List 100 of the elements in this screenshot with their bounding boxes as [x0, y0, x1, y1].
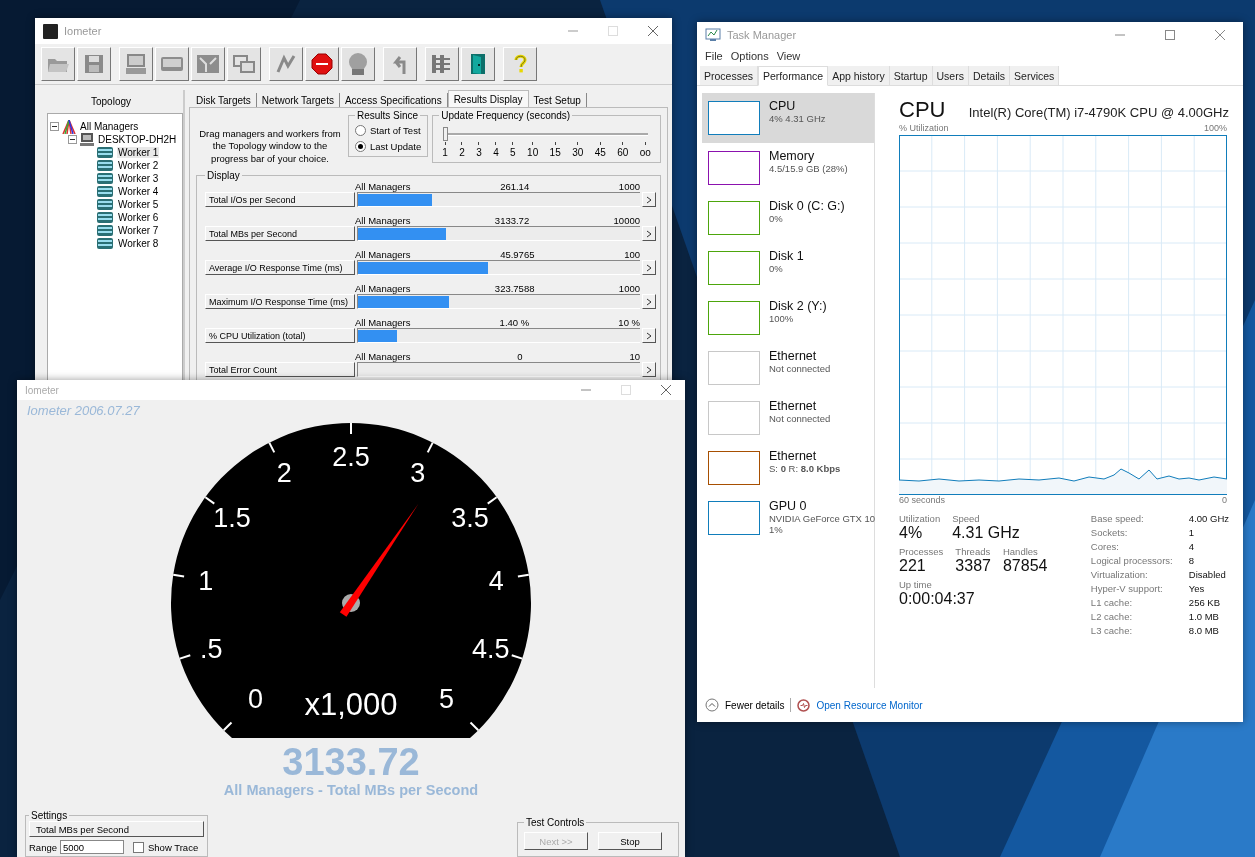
version-label: Iometer 2006.07.27 [27, 403, 140, 418]
chevron-right-icon [646, 297, 652, 306]
lightning-icon[interactable] [269, 47, 303, 81]
resource-item[interactable]: Memory 4.5/15.9 GB (28%) [702, 143, 874, 193]
tick-label: 5 [510, 147, 516, 158]
close-icon[interactable] [661, 385, 671, 395]
resource-detail: Not connected [769, 413, 831, 424]
metric-button[interactable]: % CPU Utilization (total) [205, 328, 355, 343]
tick-mark [469, 721, 480, 732]
show-trace-checkbox[interactable]: Show Trace [133, 841, 199, 853]
tab[interactable]: Processes [700, 66, 759, 85]
maximize-icon[interactable] [1165, 30, 1175, 40]
metric-button[interactable]: Total I/Os per Second [205, 192, 355, 207]
tab[interactable]: Performance [758, 66, 829, 86]
resource-item[interactable]: Ethernet Not connected [702, 343, 874, 393]
tree-item[interactable]: Worker 8 [117, 238, 160, 249]
tab[interactable]: Users [932, 66, 969, 85]
stat-value: 221 [899, 557, 927, 575]
worker-icon [96, 160, 114, 171]
source-label: All Managers [355, 249, 411, 260]
expand-arrow-button[interactable] [642, 260, 656, 275]
resource-monitor-link[interactable]: Open Resource Monitor [816, 699, 923, 711]
menu-item[interactable]: Options [730, 50, 769, 62]
tree-item[interactable]: Worker 4 [117, 186, 160, 197]
metric-button[interactable]: Total Error Count [205, 362, 355, 377]
resource-item[interactable]: Disk 0 (C: G:) 0% [702, 193, 874, 243]
resource-item[interactable]: Disk 1 0% [702, 243, 874, 293]
resource-name: Disk 1 [769, 249, 804, 263]
close-icon[interactable] [648, 26, 658, 36]
tree-item[interactable]: Worker 6 [117, 212, 160, 223]
folder-icon[interactable] [41, 47, 75, 81]
tab[interactable]: Services [1010, 66, 1060, 85]
expand-arrow-button[interactable] [642, 192, 656, 207]
stop-button[interactable]: Stop [598, 832, 662, 850]
resource-item[interactable]: CPU 4% 4.31 GHz [702, 93, 874, 143]
worker-icon [96, 173, 114, 184]
close-icon[interactable] [1215, 30, 1225, 40]
radio-option[interactable]: Start of Test [355, 125, 422, 136]
tree-item[interactable]: Worker 2 [117, 160, 160, 171]
workers-icon[interactable] [425, 47, 459, 81]
tick-label: oo [639, 147, 651, 158]
windows-icon[interactable] [227, 47, 261, 81]
stop-sign-icon[interactable] [305, 47, 339, 81]
colored-lines-icon [62, 119, 76, 134]
expand-arrow-button[interactable] [642, 294, 656, 309]
tab[interactable]: App history [828, 66, 890, 85]
menu-item[interactable]: View [776, 50, 801, 62]
radio-option[interactable]: Last Update [355, 141, 422, 152]
tab[interactable]: Test Setup [528, 93, 587, 107]
tab[interactable]: Startup [889, 66, 933, 85]
network-icon[interactable] [191, 47, 225, 81]
round-sign-icon[interactable] [341, 47, 375, 81]
door-icon[interactable] [461, 47, 495, 81]
scale-label: 5 [438, 684, 454, 715]
expand-arrow-button[interactable] [642, 226, 656, 241]
tab[interactable]: Network Targets [256, 93, 340, 107]
metric-button[interactable]: Average I/O Response Time (ms) [205, 260, 355, 275]
frequency-slider[interactable] [445, 127, 648, 141]
resource-item[interactable]: Disk 2 (Y:) 100% [702, 293, 874, 343]
tab[interactable]: Results Display [447, 90, 529, 107]
group-title: Display [206, 170, 241, 181]
scale-label: 1 [198, 566, 214, 596]
tab[interactable]: Access Specifications [339, 93, 448, 107]
drive-icon[interactable] [155, 47, 189, 81]
value-label: 3133.72 [494, 215, 530, 226]
collapse-icon[interactable] [50, 122, 59, 131]
floppy-icon[interactable] [77, 47, 111, 81]
collapse-icon[interactable] [68, 135, 77, 144]
expand-arrow-button[interactable] [642, 362, 656, 377]
menu-item[interactable]: File [705, 50, 723, 62]
tab[interactable]: Disk Targets [191, 93, 257, 107]
computer-icon[interactable] [119, 47, 153, 81]
resource-item[interactable]: GPU 0 NVIDIA GeForce GTX 10 1% [702, 493, 874, 543]
tick-mark [516, 573, 530, 578]
metric-button[interactable]: Total MBs per Second [205, 226, 355, 241]
spec-label: Base speed: [1090, 513, 1145, 524]
resource-detail: 100% [769, 313, 795, 324]
expand-arrow-button[interactable] [642, 328, 656, 343]
stat-value: 87854 [1002, 557, 1048, 575]
resource-name: Disk 2 (Y:) [769, 299, 827, 313]
source-label: All Managers [355, 351, 411, 362]
tree-item[interactable]: Worker 7 [117, 225, 160, 236]
resource-name: Disk 0 (C: G:) [769, 199, 845, 213]
chevron-right-icon [646, 365, 652, 374]
range-field[interactable]: 5000 [60, 840, 124, 854]
resource-item[interactable]: Ethernet Not connected [702, 393, 874, 443]
tree-item[interactable]: Worker 1 [117, 147, 160, 158]
tick-label: 10 [527, 147, 539, 158]
scale-label: 0 [248, 684, 264, 715]
help-icon[interactable] [503, 47, 537, 81]
tree-item[interactable]: Worker 3 [117, 173, 160, 184]
tab[interactable]: Details [968, 66, 1011, 85]
metric-button[interactable]: Total MBs per Second [29, 821, 204, 837]
spec-label: L3 cache: [1090, 625, 1134, 636]
fewer-details-button[interactable]: Fewer details [705, 698, 785, 712]
resource-item[interactable]: Ethernet S: 0 R: 8.0 Kbps [702, 443, 874, 493]
tree-item[interactable]: All Managers [79, 121, 140, 132]
tree-item[interactable]: DESKTOP-DH2H [97, 134, 178, 145]
metric-button[interactable]: Maximum I/O Response Time (ms) [205, 294, 355, 309]
tree-item[interactable]: Worker 5 [117, 199, 160, 210]
